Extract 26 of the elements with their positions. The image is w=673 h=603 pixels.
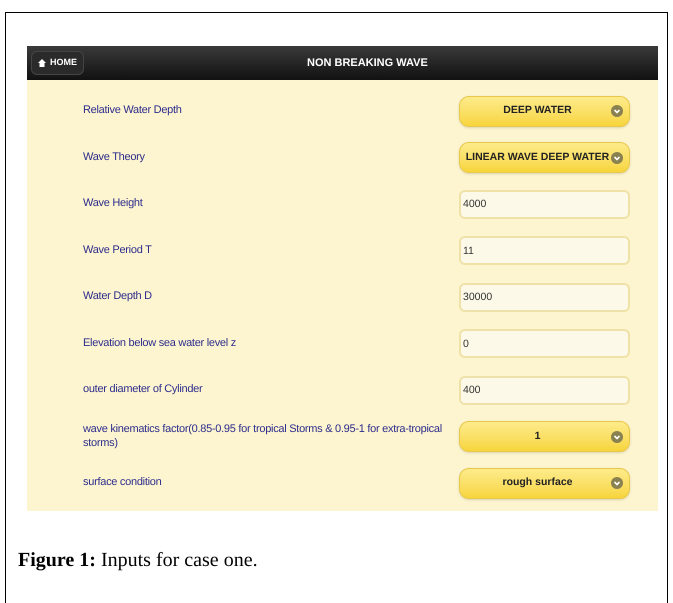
dropdown-button[interactable]: DEEP WATER: [459, 96, 630, 127]
field-label: Wave Period T: [83, 244, 153, 258]
chevron-down-icon: [611, 152, 623, 164]
input-field[interactable]: 400: [459, 376, 630, 405]
field-label: Wave Height: [83, 197, 144, 212]
chevron-down-icon: [611, 430, 623, 443]
input-field[interactable]: 11: [459, 236, 630, 266]
field-label: Elevation below sea water level z: [83, 336, 237, 351]
page-title: NON BREAKING WAVE: [307, 56, 428, 71]
input-field[interactable]: 30000: [459, 282, 630, 312]
figure-caption: Figure 1: Inputs for case one.: [18, 548, 259, 572]
home-button[interactable]: HOME: [31, 51, 84, 75]
dropdown-button[interactable]: rough surface: [459, 468, 630, 499]
field-label: Relative Water Depth: [83, 104, 183, 118]
field-label: wave kinematics factor(0.85-0.95 for tropical Storms & 0.95-1 for extra-tropical storms): [83, 423, 443, 450]
field-label: Water Depth D: [83, 290, 153, 304]
field-label: outer diameter of Cylinder: [83, 383, 204, 398]
field-label: surface condition: [83, 476, 162, 490]
field-label: Wave Theory: [83, 150, 146, 165]
input-field[interactable]: 0: [459, 329, 630, 358]
input-field[interactable]: 4000: [459, 190, 630, 219]
chevron-down-icon: [611, 105, 623, 118]
dropdown-button[interactable]: 1: [459, 421, 630, 452]
chevron-down-icon: [611, 477, 623, 490]
dropdown-button[interactable]: LINEAR WAVE DEEP WATER: [459, 142, 630, 174]
home-icon: [38, 59, 46, 67]
